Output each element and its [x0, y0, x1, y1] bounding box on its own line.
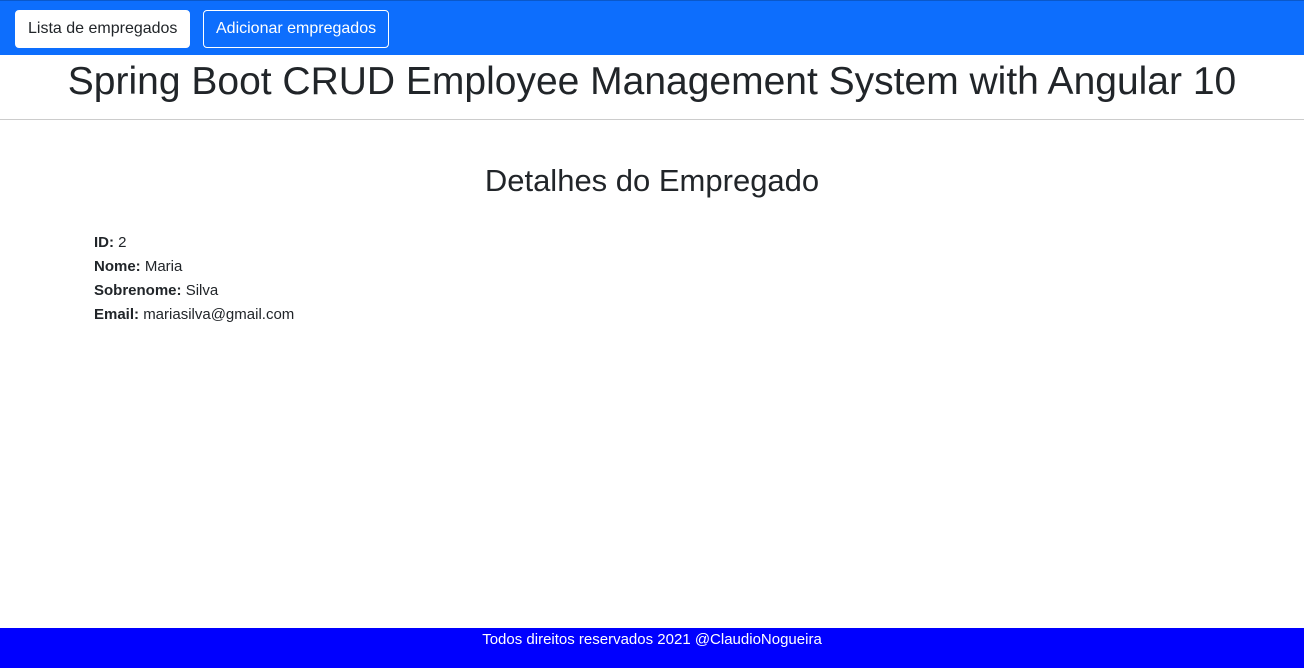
- detail-row-first-name: Nome: Maria: [94, 255, 294, 279]
- detail-label-id: ID:: [94, 234, 114, 251]
- page-title: Detalhes do Empregado: [484, 163, 820, 198]
- app-title: Spring Boot CRUD Employee Management Sys…: [67, 60, 1237, 103]
- navbar: Lista de empregados Adicionar empregados: [0, 0, 1304, 55]
- detail-row-email: Email: mariasilva@gmail.com: [94, 303, 294, 327]
- detail-label-first-name: Nome:: [94, 258, 141, 275]
- page: Lista de empregados Adicionar empregados…: [0, 0, 1304, 668]
- detail-label-last-name: Sobrenome:: [94, 282, 182, 299]
- employee-list-button[interactable]: Lista de empregados: [15, 10, 191, 48]
- detail-row-id: ID: 2: [94, 231, 294, 255]
- detail-value-first-name: Maria: [144, 258, 183, 275]
- detail-row-last-name: Sobrenome: Silva: [94, 279, 294, 303]
- detail-value-id: 2: [118, 234, 127, 251]
- detail-label-email: Email:: [94, 306, 140, 323]
- detail-value-email: mariasilva@gmail.com: [143, 306, 295, 323]
- header-divider: [0, 119, 1304, 120]
- employee-details: ID: 2 Nome: Maria Sobrenome: Silva Email…: [94, 231, 294, 327]
- footer-text: Todos direitos reservados 2021 @ClaudioN…: [482, 631, 822, 648]
- footer: Todos direitos reservados 2021 @ClaudioN…: [0, 628, 1304, 668]
- detail-value-last-name: Silva: [185, 282, 219, 299]
- add-employee-button[interactable]: Adicionar empregados: [203, 10, 390, 48]
